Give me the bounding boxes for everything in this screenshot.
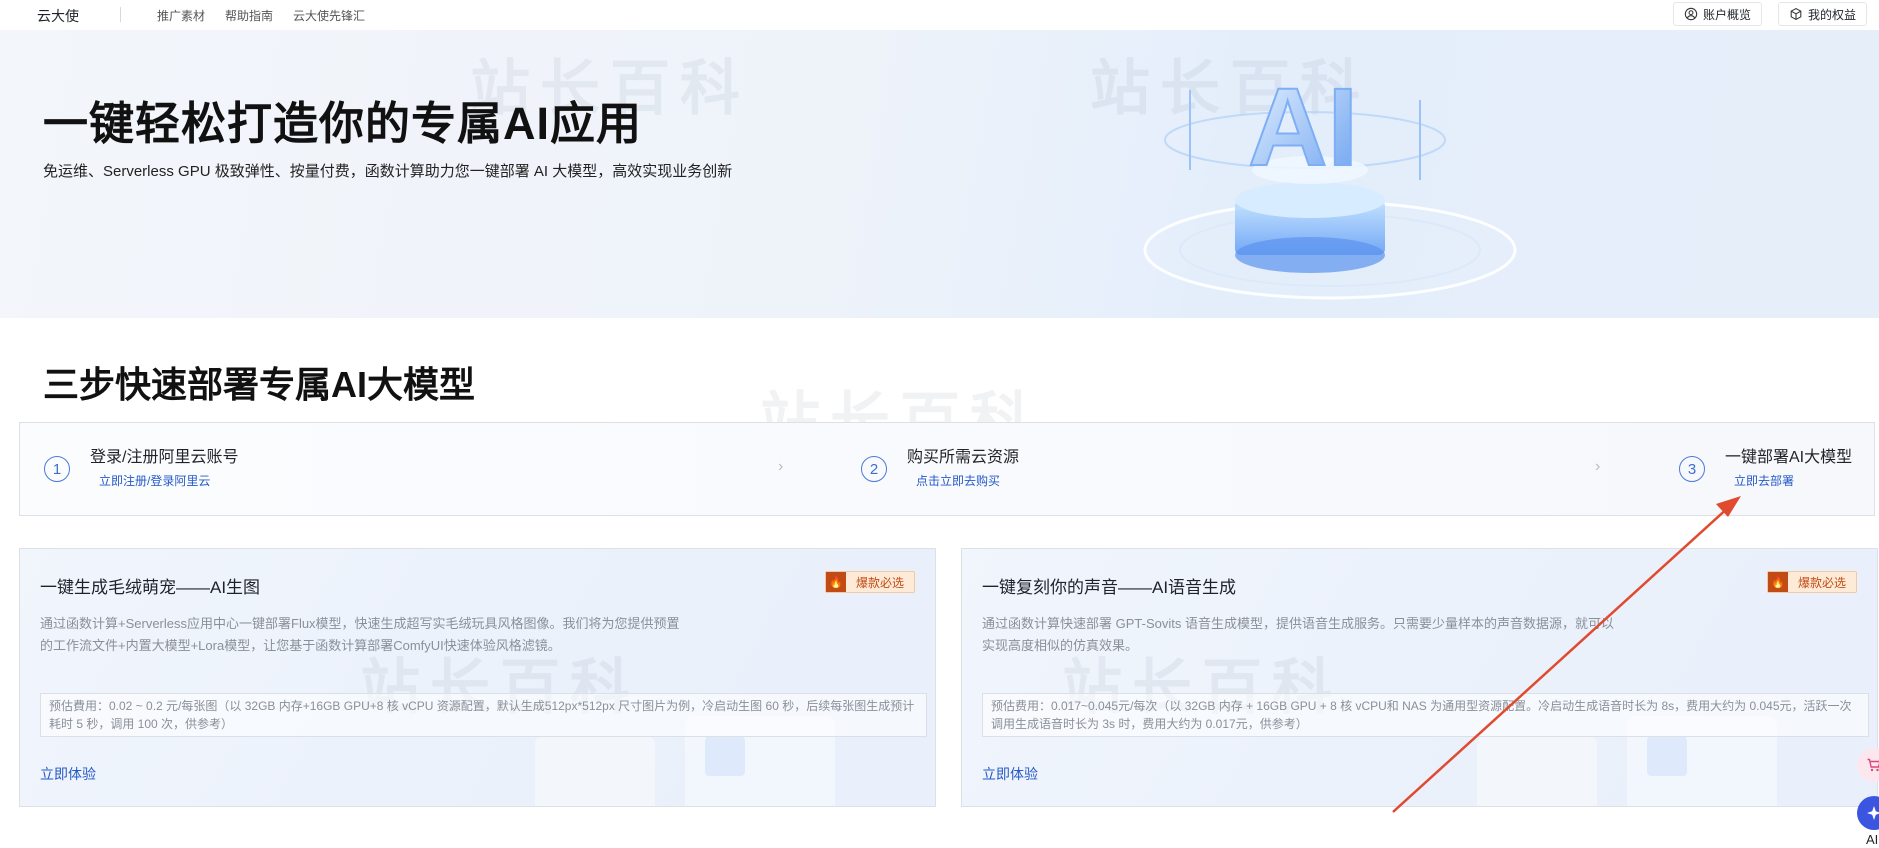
hero-title: 一键轻松打造你的专属AI应用 <box>43 98 643 149</box>
ai-assistant-label: AI <box>1866 832 1879 847</box>
cart-icon <box>1867 758 1879 772</box>
card-title: 一键复刻你的声音——AI语音生成 <box>982 578 1237 597</box>
chevron-right-icon: › <box>778 458 784 475</box>
sparkle-icon <box>1867 806 1879 820</box>
nav-link-pioneer-club[interactable]: 云大使先锋汇 <box>293 7 365 24</box>
card-description: 通过函数计算快速部署 GPT-Sovits 语音生成模型，提供语音生成服务。只需… <box>982 616 1614 653</box>
step-number: 2 <box>861 456 887 482</box>
my-rights-button[interactable]: 我的权益 <box>1777 2 1867 26</box>
nav-links: 推广素材 帮助指南 云大使先锋汇 <box>157 7 365 24</box>
gift-box-icon <box>1790 7 1802 21</box>
card-description: 通过函数计算+Serverless应用中心一键部署Flux模型，快速生成超写实毛… <box>40 616 680 653</box>
card-title: 一键生成毛绒萌宠——AI生图 <box>40 578 261 597</box>
badge-label: 爆款必选 <box>1797 575 1846 590</box>
nav-link-promo-materials[interactable]: 推广素材 <box>157 7 205 24</box>
hot-pick-badge: 🔥 爆款必选 <box>1766 571 1857 593</box>
ai-platform-illustration: AI <box>1143 65 1517 300</box>
nav-divider <box>120 7 121 22</box>
ai-letters: AI <box>1248 66 1358 189</box>
steps-panel: 1 登录/注册阿里云账号 立即注册/登录阿里云 › 2 购买所需云资源 点击立即… <box>19 422 1875 516</box>
user-circle-icon <box>1684 7 1698 21</box>
price-estimate: 预估費用：0.02 ~ 0.2 元/每张图（以 32GB 内存+16GB GPU… <box>40 693 927 737</box>
chevron-right-icon: › <box>1595 458 1601 475</box>
nav-link-help-guide[interactable]: 帮助指南 <box>225 7 273 24</box>
hot-pick-badge: 🔥 爆款必选 <box>824 571 915 593</box>
hero-subtitle: 免运维、Serverless GPU 极致弹性、按量付费，函数计算助力您一键部署… <box>43 163 733 180</box>
floating-ai-assistant-button[interactable] <box>1857 796 1879 830</box>
step-label: 登录/注册阿里云账号 <box>90 449 239 466</box>
try-now-link[interactable]: 立即体验 <box>982 764 1038 784</box>
fire-icon: 🔥 <box>825 572 846 592</box>
steps-section-title: 三步快速部署专属AI大模型 <box>43 364 476 405</box>
top-navbar: 云大使 推广素材 帮助指南 云大使先锋汇 账户概览 我的权益 <box>0 0 1879 30</box>
my-rights-label: 我的权益 <box>1807 7 1856 22</box>
feature-card-ai-image: 站长百科 一键生成毛绒萌宠——AI生图 🔥 爆款必选 通过函数计算+Server… <box>19 548 936 807</box>
nav-right-actions: 账户概览 我的权益 <box>1672 2 1867 26</box>
step-number: 1 <box>44 456 70 482</box>
step-label: 一键部署AI大模型 <box>1725 449 1853 466</box>
price-estimate: 预估费用：0.017~0.045元/每次（以 32GB 内存 + 16GB GP… <box>982 693 1869 737</box>
buy-resources-link[interactable]: 点击立即去购买 <box>916 472 1000 489</box>
account-overview-label: 账户概览 <box>1702 7 1751 22</box>
hero-banner: 站长百科 站长百科 一键轻松打造你的专属AI应用 免运维、Serverless … <box>0 30 1879 318</box>
feature-card-ai-voice: 站长百科 一键复刻你的声音——AI语音生成 🔥 爆款必选 通过函数计算快速部署 … <box>961 548 1878 807</box>
step-label: 购买所需云资源 <box>907 449 1020 466</box>
account-overview-button[interactable]: 账户概览 <box>1672 2 1762 26</box>
register-login-link[interactable]: 立即注册/登录阿里云 <box>99 472 210 489</box>
try-now-link[interactable]: 立即体验 <box>40 764 96 784</box>
badge-label: 爆款必选 <box>855 575 904 590</box>
step-number: 3 <box>1679 456 1705 482</box>
brand-logo[interactable]: 云大使 <box>37 6 79 26</box>
deploy-now-link[interactable]: 立即去部署 <box>1734 472 1794 489</box>
fire-icon: 🔥 <box>1767 572 1788 592</box>
